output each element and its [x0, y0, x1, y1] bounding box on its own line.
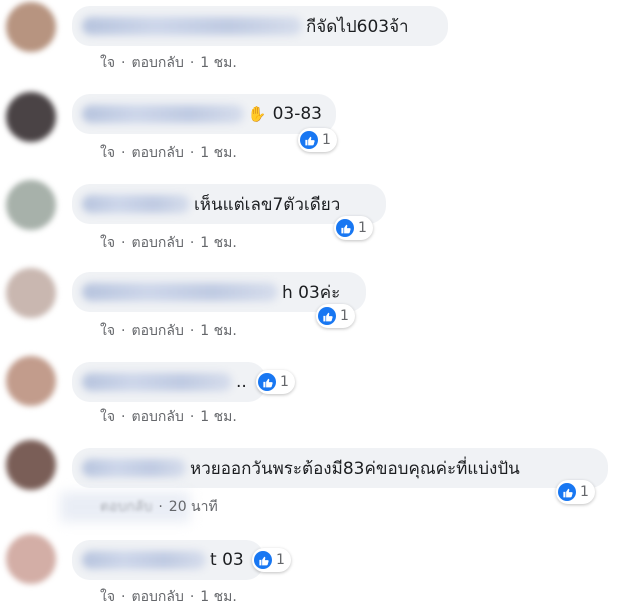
comment-actions: ตอบกลับ · 20 นาที — [100, 496, 218, 518]
avatar[interactable] — [6, 92, 56, 142]
timestamp[interactable]: 1 ชม. — [200, 52, 237, 74]
separator: · — [189, 409, 195, 425]
timestamp[interactable]: 1 ชม. — [200, 142, 237, 164]
comment-text: หวยออกวันพระต้องมี83ค่ขอบคุณค่ะที่แบ่งปั… — [190, 458, 520, 479]
avatar[interactable] — [6, 440, 56, 490]
like-link[interactable]: ใจ — [100, 320, 115, 342]
reaction-count: 1 — [580, 484, 589, 500]
separator: · — [121, 55, 126, 71]
separator: · — [189, 589, 195, 605]
comment-bubble: .. — [72, 362, 266, 402]
author-name-blurred[interactable] — [82, 373, 232, 391]
reaction-count-badge[interactable]: 1 — [316, 304, 355, 328]
like-link[interactable]: ใจ — [100, 52, 115, 74]
separator: · — [189, 145, 195, 161]
avatar[interactable] — [6, 180, 56, 230]
comment-bubble: ✋ 03-83 — [72, 94, 336, 134]
separator: · — [189, 235, 195, 251]
comment-actions: ใจ · ตอบกลับ · 1 ชม. — [100, 232, 237, 254]
reaction-count: 1 — [340, 308, 349, 324]
comment-actions: ใจ · ตอบกลับ · 1 ชม. — [100, 142, 237, 164]
reply-link[interactable]: ตอบกลับ — [132, 406, 184, 428]
separator: · — [189, 323, 195, 339]
separator: · — [158, 499, 163, 515]
like-thumb-icon — [558, 483, 576, 501]
author-name-blurred[interactable] — [82, 283, 278, 301]
reaction-count: 1 — [280, 374, 289, 390]
reply-link[interactable]: ตอบกลับ — [132, 52, 184, 74]
avatar[interactable] — [6, 2, 56, 52]
timestamp[interactable]: 1 ชม. — [200, 406, 237, 428]
author-name-blurred[interactable] — [82, 459, 186, 477]
reaction-count: 1 — [322, 132, 331, 148]
reply-link[interactable]: ตอบกลับ — [100, 496, 152, 518]
separator: · — [189, 55, 195, 71]
comment-text: .. — [236, 372, 247, 392]
like-thumb-icon — [318, 307, 336, 325]
comment-text: กีจัดไป603จ้า — [306, 16, 409, 37]
like-link[interactable]: ใจ — [100, 586, 115, 608]
reply-link[interactable]: ตอบกลับ — [132, 320, 184, 342]
reply-link[interactable]: ตอบกลับ — [132, 142, 184, 164]
comment-text: 03-83 — [272, 104, 322, 124]
comment-bubble: t 03 — [72, 540, 264, 580]
separator: · — [121, 589, 126, 605]
separator: · — [121, 235, 126, 251]
author-name-blurred[interactable] — [82, 195, 190, 213]
like-thumb-icon — [300, 131, 318, 149]
reply-link[interactable]: ตอบกลับ — [132, 586, 184, 608]
avatar[interactable] — [6, 268, 56, 318]
author-name-blurred[interactable] — [82, 551, 206, 569]
separator: · — [121, 145, 126, 161]
reaction-count-badge[interactable]: 1 — [252, 548, 291, 572]
comment-text: เห็นแต่เลข7ตัวเดียว — [194, 194, 341, 215]
separator: · — [121, 409, 126, 425]
reply-link[interactable]: ตอบกลับ — [132, 232, 184, 254]
timestamp[interactable]: 1 ชม. — [200, 586, 237, 608]
author-name-blurred[interactable] — [82, 105, 244, 123]
comment-text: h 03ค่ะ — [282, 282, 341, 303]
like-link[interactable]: ใจ — [100, 406, 115, 428]
timestamp[interactable]: 20 นาที — [169, 496, 218, 518]
reaction-count-badge[interactable]: 1 — [556, 480, 595, 504]
comment-actions: ใจ · ตอบกลับ · 1 ชม. — [100, 52, 237, 74]
avatar[interactable] — [6, 534, 56, 584]
comment-actions: ใจ · ตอบกลับ · 1 ชม. — [100, 320, 237, 342]
like-link[interactable]: ใจ — [100, 142, 115, 164]
comment-text: t 03 — [210, 550, 244, 570]
author-name-blurred[interactable] — [82, 17, 302, 35]
reaction-count-badge[interactable]: 1 — [256, 370, 295, 394]
separator: · — [121, 323, 126, 339]
comment-actions: ใจ · ตอบกลับ · 1 ชม. — [100, 406, 237, 428]
reaction-count: 1 — [358, 220, 367, 236]
like-thumb-icon — [336, 219, 354, 237]
like-thumb-icon — [258, 373, 276, 391]
timestamp[interactable]: 1 ชม. — [200, 320, 237, 342]
comment-actions: ใจ · ตอบกลับ · 1 ชม. — [100, 586, 237, 608]
like-link[interactable]: ใจ — [100, 232, 115, 254]
wave-hand-icon: ✋ — [247, 105, 267, 123]
reaction-count: 1 — [276, 552, 285, 568]
comment-bubble: กีจัดไป603จ้า — [72, 6, 448, 46]
timestamp[interactable]: 1 ชม. — [200, 232, 237, 254]
reaction-count-badge[interactable]: 1 — [334, 216, 373, 240]
avatar[interactable] — [6, 356, 56, 406]
comment-bubble: หวยออกวันพระต้องมี83ค่ขอบคุณค่ะที่แบ่งปั… — [72, 448, 608, 488]
reaction-count-badge[interactable]: 1 — [298, 128, 337, 152]
like-thumb-icon — [254, 551, 272, 569]
